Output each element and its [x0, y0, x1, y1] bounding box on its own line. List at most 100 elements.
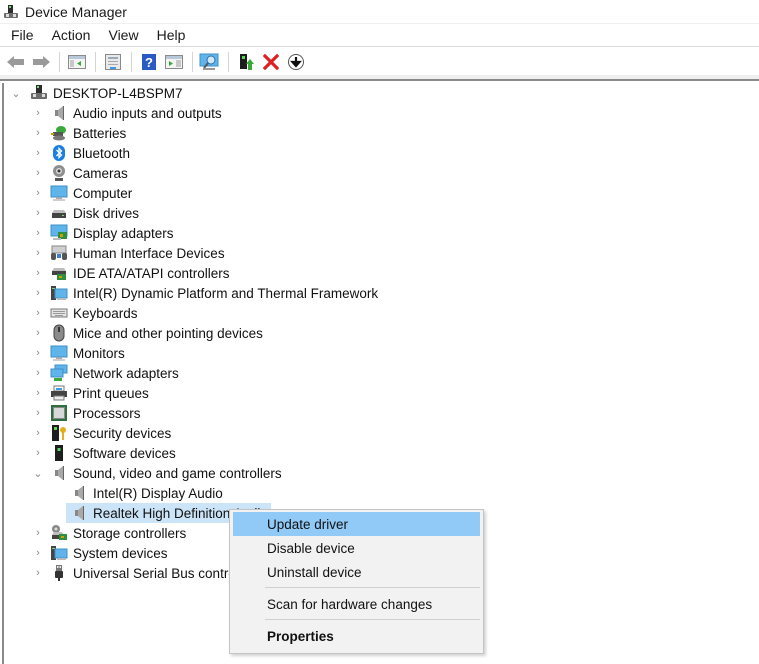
menu-help[interactable]: Help	[148, 27, 195, 43]
toolbar-separator	[95, 51, 96, 72]
display-adapter-icon	[50, 224, 68, 242]
properties-menu-item[interactable]: Properties	[233, 624, 480, 648]
disable-device-button[interactable]	[284, 51, 308, 73]
tree-category[interactable]: › Keyboards	[32, 303, 138, 323]
category-label: IDE ATA/ATAPI controllers	[73, 265, 230, 281]
tree-category[interactable]: › Monitors	[32, 343, 125, 363]
update-driver-menu-item[interactable]: Update driver	[233, 512, 480, 536]
tree-category[interactable]: › Disk drives	[32, 203, 139, 223]
tree-category[interactable]: › Print queues	[32, 383, 149, 403]
chevron-right-icon[interactable]: ›	[32, 383, 44, 403]
chevron-right-icon[interactable]: ›	[32, 143, 44, 163]
chevron-right-icon[interactable]: ›	[32, 263, 44, 283]
menu-separator	[265, 619, 480, 620]
chevron-right-icon[interactable]: ›	[32, 363, 44, 383]
uninstall-device-menu-item[interactable]: Uninstall device	[233, 560, 480, 584]
forward-button[interactable]	[29, 51, 53, 73]
tree-category[interactable]: › Batteries	[32, 123, 126, 143]
back-button[interactable]	[4, 51, 28, 73]
console-tree-icon	[68, 54, 86, 69]
chevron-right-icon[interactable]: ›	[32, 323, 44, 343]
chevron-down-icon[interactable]: ⌄	[32, 463, 44, 483]
tree-category[interactable]: › Computer	[32, 183, 132, 203]
chevron-right-icon[interactable]: ›	[32, 123, 44, 143]
tree-root[interactable]: ⌄ DESKTOP-L4BSPM7	[10, 83, 183, 103]
update-driver-button[interactable]	[234, 51, 258, 73]
speaker-icon	[70, 504, 88, 522]
chevron-right-icon[interactable]: ›	[32, 523, 44, 543]
uninstall-device-button[interactable]	[259, 51, 283, 73]
toolbar-separator	[131, 51, 132, 72]
update-driver-icon	[240, 53, 254, 70]
show-action-pane-button[interactable]	[162, 51, 186, 73]
tree-category[interactable]: › Storage controllers	[32, 523, 186, 543]
title-bar: Device Manager	[0, 0, 759, 23]
category-label: Monitors	[73, 345, 125, 361]
tree-category[interactable]: › Software devices	[32, 443, 176, 463]
chevron-right-icon[interactable]: ›	[32, 423, 44, 443]
usb-icon	[50, 564, 68, 582]
down-arrow-circle-icon	[288, 53, 304, 70]
disable-device-menu-item[interactable]: Disable device	[233, 536, 480, 560]
chevron-right-icon[interactable]: ›	[32, 183, 44, 203]
tree-category[interactable]: › Universal Serial Bus controllers	[32, 563, 261, 583]
action-pane-icon	[165, 54, 183, 69]
chevron-right-icon[interactable]: ›	[32, 443, 44, 463]
monitor-icon	[50, 184, 68, 202]
chevron-right-icon[interactable]: ›	[32, 543, 44, 563]
tree-category[interactable]: › Human Interface Devices	[32, 243, 225, 263]
category-label: Disk drives	[73, 205, 140, 221]
chevron-right-icon[interactable]: ›	[32, 243, 44, 263]
tree-category[interactable]: › Mice and other pointing devices	[32, 323, 263, 343]
chevron-right-icon[interactable]: ›	[32, 283, 44, 303]
menu-action[interactable]: Action	[43, 27, 100, 43]
speaker-icon	[70, 484, 88, 502]
software-device-icon	[50, 444, 68, 462]
monitor-icon	[50, 344, 68, 362]
security-device-icon	[50, 424, 68, 442]
category-label: Storage controllers	[73, 525, 187, 541]
scan-hardware-menu-item[interactable]: Scan for hardware changes	[233, 592, 480, 616]
chevron-right-icon[interactable]: ›	[32, 203, 44, 223]
tree-category[interactable]: › Network adapters	[32, 363, 179, 383]
show-hide-console-tree-button[interactable]	[65, 51, 89, 73]
help-button[interactable]: ?	[137, 51, 161, 73]
tree-category[interactable]: › Audio inputs and outputs	[32, 103, 222, 123]
category-label: Human Interface Devices	[73, 245, 225, 261]
category-label: Mice and other pointing devices	[73, 325, 263, 341]
category-label: Keyboards	[73, 305, 138, 321]
hid-icon	[50, 244, 68, 262]
chevron-right-icon[interactable]: ›	[32, 223, 44, 243]
printer-icon	[50, 384, 68, 402]
chevron-down-icon[interactable]: ⌄	[10, 83, 22, 103]
menu-file[interactable]: File	[0, 27, 43, 43]
chevron-right-icon[interactable]: ›	[32, 103, 44, 123]
tree-category[interactable]: › Intel(R) Dynamic Platform and Thermal …	[32, 283, 378, 303]
arrow-left-icon	[7, 55, 24, 68]
scan-hardware-button[interactable]	[198, 51, 222, 73]
tree-device[interactable]: Intel(R) Display Audio	[66, 483, 229, 503]
tree-category[interactable]: › Security devices	[32, 423, 171, 443]
tree-category[interactable]: › Display adapters	[32, 223, 174, 243]
menu-bar: File Action View Help	[0, 23, 759, 47]
tree-category[interactable]: › IDE ATA/ATAPI controllers	[32, 263, 230, 283]
tree-category[interactable]: › System devices	[32, 543, 167, 563]
properties-button[interactable]	[101, 51, 125, 73]
category-label: Computer	[73, 185, 133, 201]
tree-category[interactable]: › Processors	[32, 403, 141, 423]
speaker-icon	[50, 464, 68, 482]
chevron-right-icon[interactable]: ›	[32, 343, 44, 363]
chevron-right-icon[interactable]: ›	[32, 403, 44, 423]
svg-text:?: ?	[145, 55, 153, 70]
pane-divider	[0, 75, 759, 81]
chevron-right-icon[interactable]: ›	[32, 303, 44, 323]
tree-category[interactable]: › Cameras	[32, 163, 128, 183]
chevron-right-icon[interactable]: ›	[32, 163, 44, 183]
category-label: Audio inputs and outputs	[73, 105, 222, 121]
chevron-right-icon[interactable]: ›	[32, 563, 44, 583]
device-label: Intel(R) Display Audio	[93, 485, 223, 501]
tree-category[interactable]: › Bluetooth	[32, 143, 130, 163]
menu-view[interactable]: View	[99, 27, 147, 43]
tree-category-expanded[interactable]: ⌄ Sound, video and game controllers	[32, 463, 281, 483]
window-title: Device Manager	[25, 3, 127, 20]
